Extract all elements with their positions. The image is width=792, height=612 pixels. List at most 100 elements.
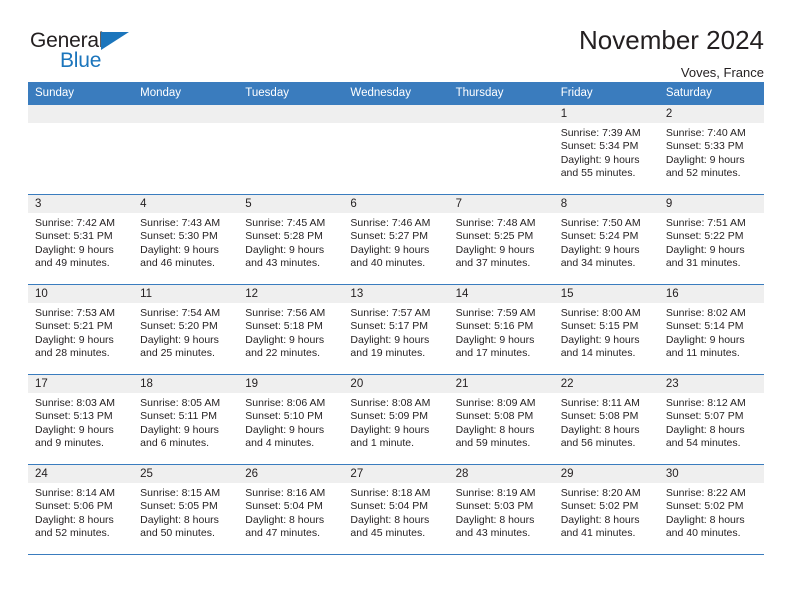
day-info-line: Sunset: 5:06 PM [35,500,113,513]
calendar-day-cell[interactable]: 16 Sunrise: 8:02 AM Sunset: 5:14 PM Dayligh… [658,284,764,375]
calendar-day-cell[interactable]: 4 Sunrise: 7:43 AM Sunset: 5:30 PM Daylight… [133,194,239,285]
calendar-day-cell[interactable]: 2 Sunrise: 7:40 AM Sunset: 5:33 PM Daylight… [658,104,764,195]
calendar-day-cell[interactable]: 12 Sunrise: 7:56 AM Sunset: 5:18 PM Dayligh… [238,284,344,375]
day-sun-info: Sunrise: 8:08 AM Sunset: 5:09 PM Daylight:… [343,393,448,451]
calendar-day-cell[interactable]: 22 Sunrise: 8:11 AM Sunset: 5:08 PM Dayligh… [553,374,659,465]
location-label: Voves, France [680,64,764,80]
day-number: 18 [133,375,239,393]
day-sun-info: Sunrise: 8:00 AM Sunset: 5:15 PM Daylight:… [554,303,659,361]
day-sun-info: Sunrise: 7:54 AM Sunset: 5:20 PM Daylight:… [133,303,238,361]
day-info-line: and 37 minutes. [455,257,531,270]
calendar-day-cell[interactable]: 9 Sunrise: 7:51 AM Sunset: 5:22 PM Daylight… [658,194,764,285]
day-info-line: Sunset: 5:28 PM [245,230,323,243]
day-info-line: Sunrise: 8:09 AM [455,397,536,409]
day-number: 6 [343,195,449,213]
calendar-day-cell[interactable]: 17 Sunrise: 8:03 AM Sunset: 5:13 PM Dayligh… [28,374,134,465]
calendar-day-cell[interactable]: 29 Sunrise: 8:20 AM Sunset: 5:02 PM Dayligh… [553,464,659,555]
day-info-line: Daylight: 9 hours [35,423,114,436]
day-info-line: and 46 minutes. [140,257,215,270]
day-sun-info: Sunrise: 8:11 AM Sunset: 5:08 PM Daylight:… [554,393,659,451]
calendar-day-cell[interactable]: 10 Sunrise: 7:53 AM Sunset: 5:21 PM Dayligh… [28,284,134,375]
day-info-line: Sunrise: 7:42 AM [35,217,115,229]
day-info-line: Sunrise: 8:05 AM [140,397,221,409]
calendar-day-cell[interactable]: 30 Sunrise: 8:22 AM Sunset: 5:02 PM Dayligh… [658,464,764,555]
day-number [448,105,554,123]
calendar-day-cell[interactable]: 25 Sunrise: 8:15 AM Sunset: 5:05 PM Dayligh… [133,464,239,555]
day-info-line: Daylight: 9 hours [35,333,114,346]
calendar-day-cell[interactable]: 15 Sunrise: 8:00 AM Sunset: 5:15 PM Dayligh… [553,284,659,375]
calendar-grid: Sunday Monday Tuesday Wednesday Thursday… [28,82,764,555]
calendar-day-cell[interactable]: 13 Sunrise: 7:57 AM Sunset: 5:17 PM Dayligh… [343,284,449,375]
day-info-line: and 31 minutes. [665,257,741,270]
day-info-line: Sunset: 5:30 PM [140,230,218,243]
day-info-line: and 40 minutes. [665,527,741,540]
calendar-day-cell[interactable]: 18 Sunrise: 8:05 AM Sunset: 5:11 PM Dayligh… [133,374,239,465]
calendar-day-cell[interactable]: 27 Sunrise: 8:18 AM Sunset: 5:04 PM Dayligh… [343,464,449,555]
day-sun-info: Sunrise: 7:50 AM Sunset: 5:24 PM Daylight:… [554,213,659,271]
day-sun-info [238,123,343,127]
day-info-line: Sunset: 5:33 PM [665,140,744,153]
day-info-line: Sunrise: 8:11 AM [560,397,640,409]
day-info-line: Sunrise: 7:54 AM [140,307,221,319]
calendar-day-cell[interactable]: 23 Sunrise: 8:12 AM Sunset: 5:07 PM Dayligh… [658,374,764,465]
day-info-line: and 55 minutes. [560,167,636,180]
day-info-line: Sunrise: 8:15 AM [140,487,221,499]
weekday-header-sunday: Sunday [28,82,134,105]
day-info-line: and 50 minutes. [140,527,215,540]
day-info-line: Sunset: 5:08 PM [560,410,639,423]
calendar-week-row: 1 Sunrise: 7:39 AM Sunset: 5:34 PM Daylight… [28,104,764,195]
day-info-line: Sunset: 5:07 PM [665,410,744,423]
day-sun-info: Sunrise: 8:20 AM Sunset: 5:02 PM Daylight:… [554,483,659,541]
day-number [28,105,134,123]
day-info-line: and 40 minutes. [350,257,426,270]
day-info-line: Sunset: 5:08 PM [455,410,534,423]
day-sun-info: Sunrise: 7:43 AM Sunset: 5:30 PM Daylight:… [133,213,238,271]
day-info-line: Daylight: 9 hours [140,333,219,346]
day-info-line: Daylight: 8 hours [35,513,114,526]
day-number: 15 [553,285,659,303]
calendar-day-cell[interactable]: 3 Sunrise: 7:42 AM Sunset: 5:31 PM Daylight… [28,194,134,285]
day-info-line: and 4 minutes. [245,437,315,450]
calendar-day-cell[interactable]: 7 Sunrise: 7:48 AM Sunset: 5:25 PM Daylight… [448,194,554,285]
day-info-line: Sunrise: 7:40 AM [665,127,746,139]
calendar-week-row: 3 Sunrise: 7:42 AM Sunset: 5:31 PM Daylight… [28,194,764,285]
day-sun-info: Sunrise: 7:46 AM Sunset: 5:27 PM Daylight:… [343,213,448,271]
weekday-header-monday: Monday [133,82,239,105]
day-info-line: and 22 minutes. [245,347,320,360]
day-number: 8 [553,195,659,213]
calendar-day-cell[interactable]: 6 Sunrise: 7:46 AM Sunset: 5:27 PM Daylight… [343,194,449,285]
day-info-line: Daylight: 8 hours [665,423,745,436]
calendar-day-cell[interactable]: 20 Sunrise: 8:08 AM Sunset: 5:09 PM Dayligh… [343,374,449,465]
day-number: 17 [28,375,134,393]
calendar-day-cell[interactable]: 5 Sunrise: 7:45 AM Sunset: 5:28 PM Daylight… [238,194,344,285]
calendar-day-cell[interactable]: 8 Sunrise: 7:50 AM Sunset: 5:24 PM Daylight… [553,194,659,285]
day-number: 21 [448,375,554,393]
day-info-line: and 28 minutes. [35,347,110,360]
day-number: 13 [343,285,449,303]
day-info-line: and 52 minutes. [35,527,110,540]
calendar-cell-empty [448,104,554,195]
day-info-line: Sunset: 5:15 PM [560,320,639,333]
brand-logo[interactable]: General Blue [28,26,158,78]
day-info-line: Sunset: 5:17 PM [350,320,429,333]
page-title: November 2024 [579,25,764,55]
day-info-line: and 45 minutes. [350,527,426,540]
calendar-day-cell[interactable]: 28 Sunrise: 8:19 AM Sunset: 5:03 PM Dayligh… [448,464,554,555]
calendar-day-cell[interactable]: 19 Sunrise: 8:06 AM Sunset: 5:10 PM Dayligh… [238,374,344,465]
day-info-line: and 11 minutes. [665,347,740,360]
calendar-day-cell[interactable]: 21 Sunrise: 8:09 AM Sunset: 5:08 PM Dayligh… [448,374,554,465]
day-number [343,105,449,123]
day-number: 22 [553,375,659,393]
calendar-day-cell[interactable]: 26 Sunrise: 8:16 AM Sunset: 5:04 PM Dayligh… [238,464,344,555]
day-sun-info: Sunrise: 8:15 AM Sunset: 5:05 PM Daylight:… [133,483,238,541]
calendar-week-row: 17 Sunrise: 8:03 AM Sunset: 5:13 PM Dayligh… [28,374,764,465]
page-header: General Blue November 2024 Voves, France [28,0,764,80]
calendar-day-cell[interactable]: 11 Sunrise: 7:54 AM Sunset: 5:20 PM Dayligh… [133,284,239,375]
day-info-line: and 14 minutes. [560,347,636,360]
day-info-line: Daylight: 9 hours [665,243,745,256]
day-info-line: Sunrise: 8:03 AM [35,397,115,409]
calendar-day-cell[interactable]: 24 Sunrise: 8:14 AM Sunset: 5:06 PM Dayligh… [28,464,134,555]
calendar-day-cell[interactable]: 14 Sunrise: 7:59 AM Sunset: 5:16 PM Dayligh… [448,284,554,375]
day-info-line: and 43 minutes. [245,257,320,270]
calendar-day-cell[interactable]: 1 Sunrise: 7:39 AM Sunset: 5:34 PM Daylight… [553,104,659,195]
